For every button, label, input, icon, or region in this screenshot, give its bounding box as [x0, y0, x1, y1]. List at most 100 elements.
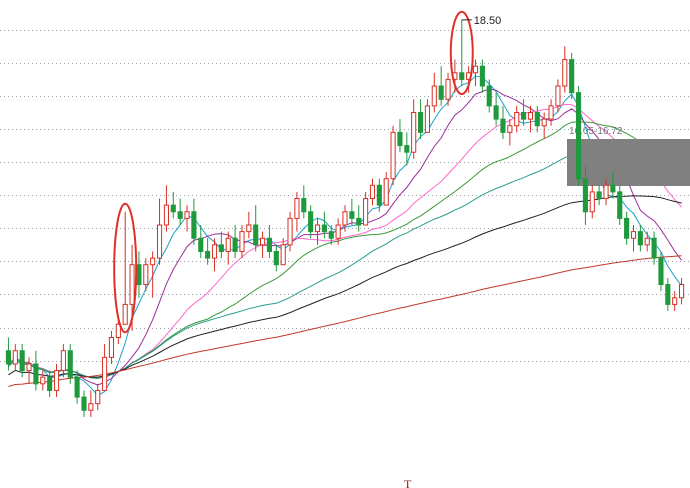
candle-body: [349, 211, 355, 219]
candle-body: [246, 224, 252, 233]
candle-body: [19, 350, 25, 372]
peak-value-label: 18.50: [474, 15, 502, 27]
ma-line: [8, 255, 682, 387]
candle-body: [610, 184, 616, 193]
candle-body: [163, 204, 169, 226]
candle-body: [514, 112, 520, 127]
candle-body: [521, 112, 527, 120]
candle-body: [301, 198, 307, 213]
candle-body: [12, 350, 18, 365]
candle-body: [459, 72, 465, 80]
candle-body: [60, 350, 66, 372]
candle-body: [108, 337, 115, 358]
candle-body: [156, 224, 163, 259]
candle-body: [624, 217, 630, 239]
candle-body: [26, 363, 32, 372]
candle-body: [658, 257, 664, 286]
candle-body: [424, 105, 430, 133]
candle-body: [431, 85, 437, 107]
candle-body: [617, 191, 623, 219]
candle-body: [225, 237, 231, 252]
candle-body: [383, 178, 389, 206]
candle-body: [273, 250, 279, 266]
candles: [5, 19, 685, 417]
candle-body: [397, 131, 403, 147]
candle-body: [417, 112, 424, 133]
candle-body: [479, 65, 485, 87]
candle-body: [280, 244, 286, 266]
candle-body: [411, 112, 417, 153]
candlestick-chart: 16.05-16.72 18.50 T: [0, 10, 690, 488]
candle-body: [363, 198, 369, 226]
candle-body: [95, 389, 101, 405]
candle-body: [205, 250, 211, 259]
candle-body: [335, 224, 341, 239]
candle-body: [548, 105, 554, 120]
candle-body: [472, 65, 479, 74]
candle-body: [644, 237, 650, 246]
candle-body: [679, 284, 685, 299]
candle-body: [67, 350, 73, 378]
candle-body: [170, 204, 176, 213]
candle-body: [287, 217, 293, 246]
candle-body: [122, 303, 128, 325]
candle-body: [191, 211, 197, 239]
candle-body: [198, 237, 204, 252]
candle-body: [102, 356, 108, 391]
candle-body: [266, 237, 273, 252]
candle-body: [562, 59, 568, 87]
candle-body: [40, 376, 46, 385]
candle-body: [596, 191, 602, 200]
candle-body: [143, 264, 149, 286]
candle-body: [81, 396, 87, 411]
candle-body: [445, 78, 451, 100]
candle-body: [184, 211, 190, 219]
candle-body: [582, 178, 588, 213]
candle-body: [253, 224, 259, 246]
candle-body: [5, 350, 11, 365]
candle-body: [239, 231, 245, 252]
candle-body: [314, 224, 321, 233]
candle-body: [47, 376, 53, 391]
candle-body: [321, 224, 327, 233]
candle-body: [211, 244, 218, 259]
candle-body: [603, 184, 609, 200]
candle-body: [541, 118, 547, 127]
candle-body: [672, 297, 678, 305]
candle-body: [555, 85, 561, 107]
candle-body: [404, 145, 410, 153]
candle-body: [589, 191, 595, 213]
candle-body: [575, 92, 582, 180]
candle-body: [308, 211, 314, 233]
candle-body: [493, 105, 499, 120]
candle-body: [136, 264, 142, 286]
candle-body: [294, 198, 300, 219]
candle-body: [328, 231, 334, 239]
candle-body: [665, 284, 671, 305]
candle-body: [390, 131, 396, 180]
candle-body: [129, 264, 135, 305]
candle-body: [218, 244, 224, 252]
candle-body: [33, 363, 39, 385]
candle-body: [651, 237, 657, 259]
candle-body: [369, 184, 376, 200]
candle-body: [232, 237, 238, 252]
candle-body: [438, 85, 444, 100]
candle-body: [527, 112, 534, 120]
candle-body: [500, 118, 506, 133]
candle-body: [534, 112, 540, 127]
candle-body: [53, 370, 60, 391]
candle-body: [569, 59, 575, 94]
candle-body: [486, 85, 492, 107]
footer-mark: T: [404, 477, 412, 488]
candle-body: [88, 403, 94, 411]
candle-body: [177, 211, 183, 219]
candle-body: [74, 376, 80, 398]
candle-body: [150, 257, 156, 266]
candle-body: [637, 231, 643, 246]
candle-body: [356, 217, 362, 226]
highlight-circles: [113, 10, 474, 334]
candle-body: [376, 184, 382, 206]
candle-body: [507, 125, 513, 133]
candle-body: [630, 231, 637, 239]
